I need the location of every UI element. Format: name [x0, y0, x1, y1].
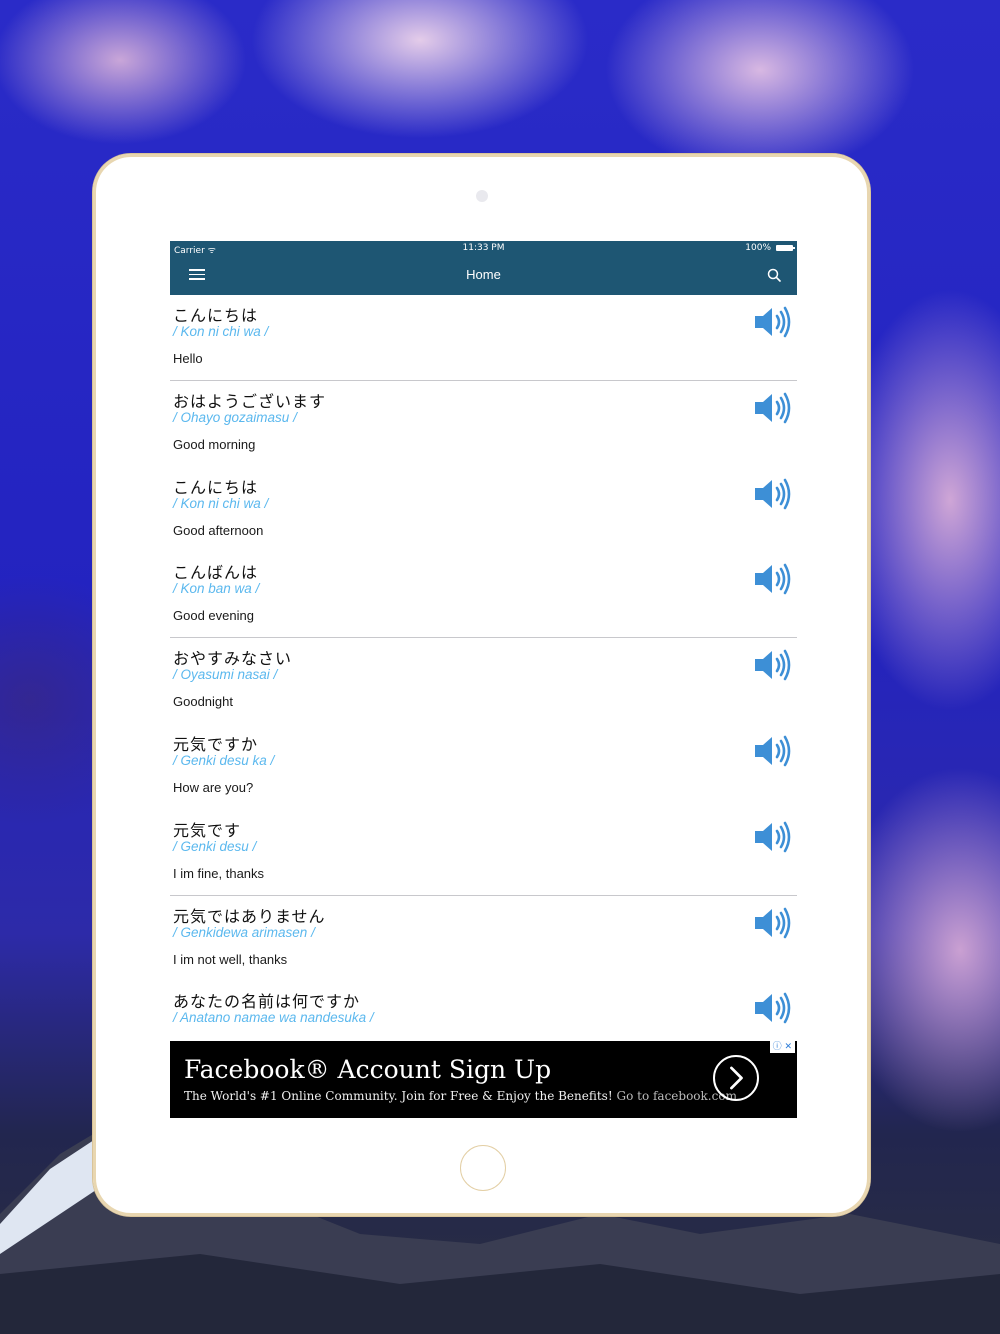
english-translation: Good morning — [173, 436, 256, 452]
english-translation: Good afternoon — [173, 522, 264, 538]
romaji-phrase: / Genkidewa arimasen / — [173, 924, 315, 940]
japanese-phrase: こんにちは — [173, 477, 259, 497]
ad-banner[interactable]: Facebook® Account Sign Up The World's #1… — [170, 1041, 797, 1118]
page-title: Home — [466, 267, 501, 282]
romaji-phrase: / Kon ban wa / — [173, 581, 260, 597]
home-button[interactable] — [460, 1145, 506, 1191]
front-camera — [476, 190, 488, 202]
speaker-icon[interactable] — [753, 477, 793, 511]
romaji-phrase: / Ohayo gozaimasu / — [173, 409, 297, 425]
english-translation: Good evening — [173, 608, 254, 624]
chevron-right-icon[interactable] — [713, 1055, 759, 1101]
list-item[interactable]: おはようございます / Ohayo gozaimasu / Good morni… — [170, 381, 797, 467]
romaji-phrase: / Genki desu / — [173, 838, 257, 854]
speaker-icon[interactable] — [753, 648, 793, 682]
battery-percent: 100% — [745, 243, 771, 253]
romaji-phrase: / Genki desu ka / — [173, 752, 275, 768]
english-translation: Hello — [173, 351, 203, 366]
ad-subtitle: The World's #1 Online Community. Join fo… — [184, 1089, 737, 1103]
english-translation: How are you? — [173, 779, 254, 795]
list-item[interactable]: おやすみなさい / Oyasumi nasai / Goodnight — [170, 638, 797, 724]
japanese-phrase: 元気ですか — [173, 734, 259, 754]
japanese-phrase: おやすみなさい — [173, 649, 293, 669]
japanese-phrase: こんばんは — [173, 563, 259, 583]
ad-description: The World's #1 Online Community. Join fo… — [184, 1089, 613, 1103]
japanese-phrase: 元気ではありません — [173, 906, 326, 926]
list-item[interactable]: こんにちは / Kon ni chi wa / Good afternoon — [170, 467, 797, 553]
speaker-icon[interactable] — [753, 305, 793, 339]
romaji-phrase: / Oyasumi nasai / — [173, 667, 278, 683]
speaker-icon[interactable] — [753, 562, 793, 596]
status-bar: Carrier ᯤ 11:33 PM 100% — [170, 241, 797, 256]
app-screen: Carrier ᯤ 11:33 PM 100% Home こんにちは / Kon… — [170, 241, 797, 1118]
list-item[interactable]: こんばんは / Kon ban wa / Good evening — [170, 552, 797, 639]
tablet-device-frame: Carrier ᯤ 11:33 PM 100% Home こんにちは / Kon… — [93, 154, 870, 1216]
romaji-phrase: / Anatano namae wa nandesuka / — [173, 1010, 374, 1026]
english-translation: I im not well, thanks — [173, 951, 288, 967]
japanese-phrase: あなたの名前は何ですか — [173, 992, 361, 1012]
search-icon[interactable] — [767, 268, 781, 282]
status-time: 11:33 PM — [462, 243, 505, 253]
japanese-phrase: こんにちは — [173, 306, 259, 325]
english-translation: Goodnight — [173, 694, 233, 710]
speaker-icon[interactable] — [753, 991, 793, 1025]
speaker-icon[interactable] — [753, 734, 793, 768]
ad-choices-close-icon[interactable]: ⓘ ✕ — [769, 1041, 795, 1053]
speaker-icon[interactable] — [753, 906, 793, 940]
english-translation: I im fine, thanks — [173, 865, 265, 881]
phrase-list: こんにちは / Kon ni chi wa / Hello おはようございます … — [170, 295, 797, 1067]
romaji-phrase: / Kon ni chi wa / — [173, 495, 269, 511]
battery-icon — [776, 245, 795, 251]
speaker-icon[interactable] — [753, 391, 793, 425]
list-item[interactable]: 元気です / Genki desu / I im fine, thanks — [170, 810, 797, 896]
list-item[interactable]: こんにちは / Kon ni chi wa / Hello — [170, 295, 797, 381]
japanese-phrase: おはようございます — [173, 391, 327, 411]
japanese-phrase: 元気です — [173, 820, 242, 840]
list-item[interactable]: 元気ではありません / Genkidewa arimasen / I im no… — [170, 896, 797, 982]
speaker-icon[interactable] — [753, 820, 793, 854]
list-item[interactable]: 元気ですか / Genki desu ka / How are you? — [170, 724, 797, 810]
ad-title: Facebook® Account Sign Up — [184, 1055, 552, 1084]
romaji-phrase: / Kon ni chi wa / — [173, 324, 269, 339]
navigation-bar: Home — [170, 255, 797, 295]
